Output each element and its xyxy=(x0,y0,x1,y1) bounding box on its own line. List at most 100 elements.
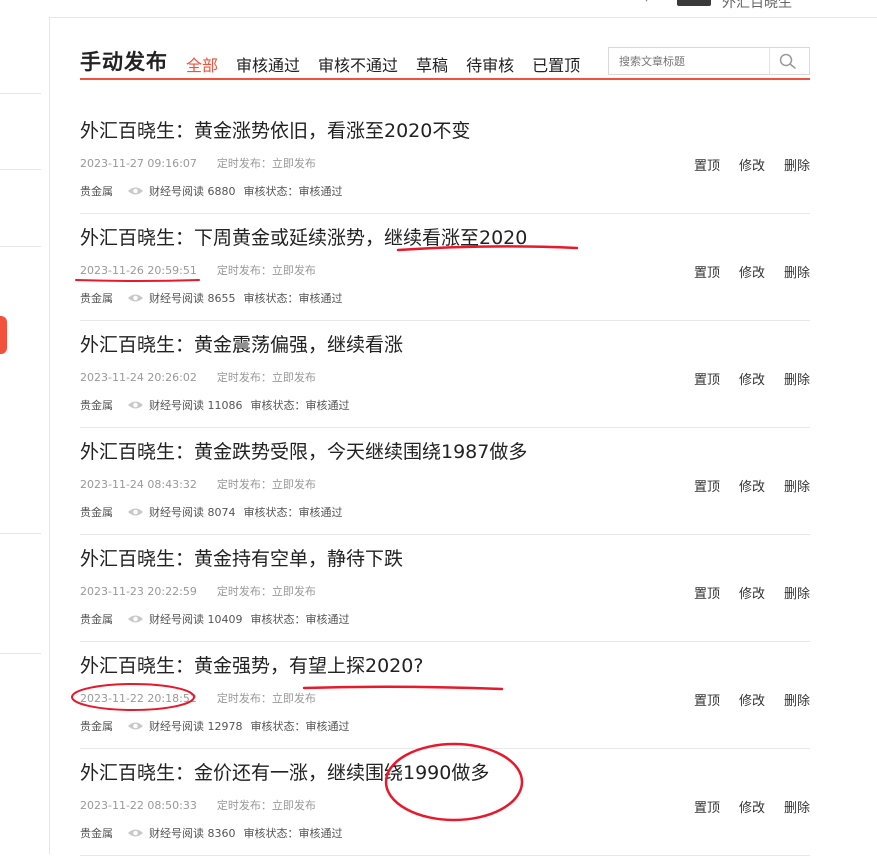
article-meta: 2023-11-23 20:22:59 定时发布：立即发布 xyxy=(80,583,316,599)
delete-button[interactable]: 删除 xyxy=(784,155,810,174)
tab-approved[interactable]: 审核通过 xyxy=(236,52,300,76)
page-title: 手动发布 xyxy=(80,50,168,74)
delete-button[interactable]: 删除 xyxy=(784,690,810,709)
article-stats: 贵金属 财经号阅读 8655 审核状态：审核通过 xyxy=(80,290,343,306)
sidebar-divider xyxy=(0,653,41,654)
publish-time: 2023-11-24 08:43:32 xyxy=(80,478,197,491)
avatar[interactable] xyxy=(677,0,711,6)
category-label: 贵金属 xyxy=(80,185,113,198)
edit-button[interactable]: 修改 xyxy=(739,155,765,174)
schedule-text: 定时发布：立即发布 xyxy=(216,264,316,277)
tab-pinned[interactable]: 已置顶 xyxy=(532,52,580,76)
read-count: 财经号阅读 8074 xyxy=(149,506,236,519)
edit-button[interactable]: 修改 xyxy=(739,797,765,816)
article-list: 外汇百晓生：黄金涨势依旧，看涨至2020不变 2023-11-27 09:16:… xyxy=(80,107,810,856)
edit-button[interactable]: 修改 xyxy=(739,476,765,495)
delete-button[interactable]: 删除 xyxy=(784,583,810,602)
user-name[interactable]: 外汇百晓生 xyxy=(722,0,792,12)
article-meta: 2023-11-22 20:18:52 定时发布：立即发布 xyxy=(80,690,316,706)
article-meta: 2023-11-27 09:16:07 定时发布：立即发布 xyxy=(80,155,316,171)
article-title[interactable]: 外汇百晓生：黄金强势，有望上探2020? xyxy=(80,651,423,678)
tab-all[interactable]: 全部 xyxy=(186,52,218,76)
tab-rejected[interactable]: 审核不通过 xyxy=(318,52,398,76)
article-row: 外汇百晓生：黄金持有空单，静待下跌 2023-11-23 20:22:59 定时发… xyxy=(80,535,810,642)
article-row: 外汇百晓生：黄金震荡偏强，继续看涨 2023-11-24 20:26:02 定时发… xyxy=(80,321,810,428)
dropdown-caret-icon[interactable]: ▾ xyxy=(644,0,649,5)
review-status: 审核状态：审核通过 xyxy=(243,185,343,198)
category-label: 贵金属 xyxy=(80,399,113,412)
article-stats: 贵金属 财经号阅读 11086 审核状态：审核通过 xyxy=(80,397,350,413)
pin-button[interactable]: 置顶 xyxy=(694,583,720,602)
review-status: 审核状态：审核通过 xyxy=(243,827,343,840)
article-meta: 2023-11-24 08:43:32 定时发布：立即发布 xyxy=(80,476,316,492)
pin-button[interactable]: 置顶 xyxy=(694,476,720,495)
eye-icon xyxy=(128,401,143,409)
edit-button[interactable]: 修改 xyxy=(739,583,765,602)
review-status: 审核状态：审核通过 xyxy=(250,720,350,733)
pin-button[interactable]: 置顶 xyxy=(694,797,720,816)
article-actions: 置顶 修改 删除 xyxy=(675,262,810,281)
pin-button[interactable]: 置顶 xyxy=(694,369,720,388)
eye-icon xyxy=(128,722,143,730)
eye-icon xyxy=(128,187,143,195)
delete-button[interactable]: 删除 xyxy=(784,476,810,495)
delete-button[interactable]: 删除 xyxy=(784,797,810,816)
eye-icon xyxy=(128,615,143,623)
article-stats: 贵金属 财经号阅读 12978 审核状态：审核通过 xyxy=(80,718,350,734)
sidebar-divider xyxy=(0,533,41,534)
delete-button[interactable]: 删除 xyxy=(784,262,810,281)
article-title[interactable]: 外汇百晓生：黄金持有空单，静待下跌 xyxy=(80,544,403,571)
edit-button[interactable]: 修改 xyxy=(739,262,765,281)
schedule-text: 定时发布：立即发布 xyxy=(216,799,316,812)
eye-icon xyxy=(128,829,143,837)
article-actions: 置顶 修改 删除 xyxy=(675,369,810,388)
search-box xyxy=(608,47,810,75)
pin-button[interactable]: 置顶 xyxy=(694,155,720,174)
review-status: 审核状态：审核通过 xyxy=(250,613,350,626)
schedule-text: 定时发布：立即发布 xyxy=(216,692,316,705)
read-count: 财经号阅读 12978 xyxy=(149,720,243,733)
tab-bar: 手动发布 全部 审核通过 审核不通过 草稿 待审核 已置顶 xyxy=(80,46,810,80)
category-label: 贵金属 xyxy=(80,720,113,733)
schedule-text: 定时发布：立即发布 xyxy=(216,478,316,491)
top-bar: ▾ 外汇百晓生 xyxy=(0,0,877,18)
pin-button[interactable]: 置顶 xyxy=(694,262,720,281)
tab-pending[interactable]: 待审核 xyxy=(466,52,514,76)
read-count: 财经号阅读 6880 xyxy=(149,185,236,198)
publish-time: 2023-11-23 20:22:59 xyxy=(80,585,197,598)
read-count: 财经号阅读 10409 xyxy=(149,613,243,626)
category-label: 贵金属 xyxy=(80,506,113,519)
sidebar-divider xyxy=(0,93,41,94)
eye-icon xyxy=(128,508,143,516)
article-title[interactable]: 外汇百晓生：金价还有一涨，继续围绕1990做多 xyxy=(80,758,489,785)
search-input[interactable] xyxy=(619,52,759,70)
article-actions: 置顶 修改 删除 xyxy=(675,476,810,495)
pin-button[interactable]: 置顶 xyxy=(694,690,720,709)
article-title[interactable]: 外汇百晓生：下周黄金或延续涨势，继续看涨至2020 xyxy=(80,223,527,250)
article-title[interactable]: 外汇百晓生：黄金跌势受限，今天继续围绕1987做多 xyxy=(80,437,527,464)
article-stats: 贵金属 财经号阅读 8360 审核状态：审核通过 xyxy=(80,825,343,841)
read-count: 财经号阅读 11086 xyxy=(149,399,243,412)
tab-list: 全部 审核通过 审核不通过 草稿 待审核 已置顶 xyxy=(186,52,598,76)
publish-time: 2023-11-22 08:50:33 xyxy=(80,799,197,812)
review-status: 审核状态：审核通过 xyxy=(243,292,343,305)
article-title[interactable]: 外汇百晓生：黄金震荡偏强，继续看涨 xyxy=(80,330,403,357)
edit-button[interactable]: 修改 xyxy=(739,369,765,388)
article-row: 外汇百晓生：黄金涨势依旧，看涨至2020不变 2023-11-27 09:16:… xyxy=(80,107,810,214)
article-row: 外汇百晓生：黄金跌势受限，今天继续围绕1987做多 2023-11-24 08:… xyxy=(80,428,810,535)
article-actions: 置顶 修改 删除 xyxy=(675,155,810,174)
category-label: 贵金属 xyxy=(80,292,113,305)
publish-time: 2023-11-22 20:18:52 xyxy=(80,692,197,705)
edit-button[interactable]: 修改 xyxy=(739,690,765,709)
review-status: 审核状态：审核通过 xyxy=(243,506,343,519)
article-row: 外汇百晓生：黄金强势，有望上探2020? 2023-11-22 20:18:52… xyxy=(80,642,810,749)
schedule-text: 定时发布：立即发布 xyxy=(216,585,316,598)
sidebar xyxy=(0,17,50,854)
delete-button[interactable]: 删除 xyxy=(784,369,810,388)
search-icon[interactable] xyxy=(779,53,797,69)
read-count: 财经号阅读 8655 xyxy=(149,292,236,305)
article-title[interactable]: 外汇百晓生：黄金涨势依旧，看涨至2020不变 xyxy=(80,116,470,143)
tab-drafts[interactable]: 草稿 xyxy=(416,52,448,76)
publish-time: 2023-11-27 09:16:07 xyxy=(80,157,197,170)
category-label: 贵金属 xyxy=(80,827,113,840)
